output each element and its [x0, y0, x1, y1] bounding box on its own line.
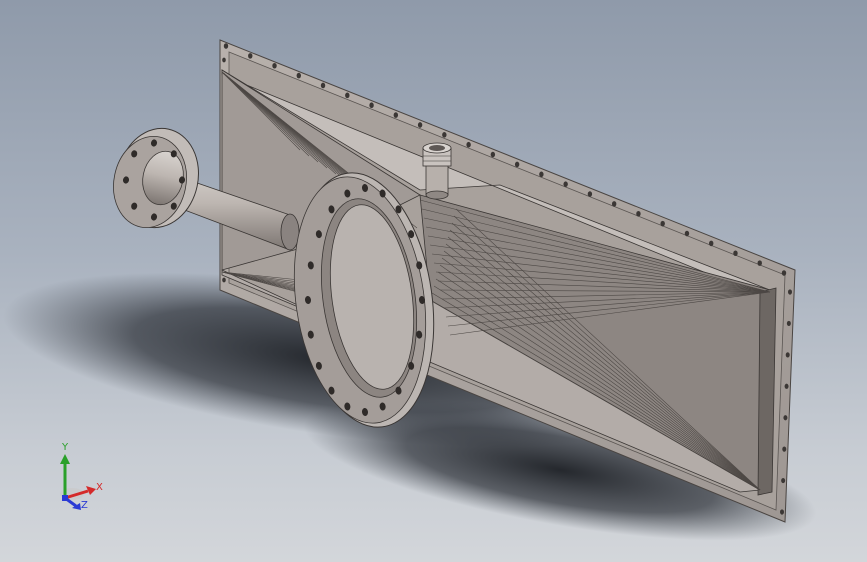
bolt-hole: [780, 509, 784, 515]
bolt-hole: [539, 171, 544, 178]
bolt-hole: [733, 250, 738, 257]
bolt-hole: [636, 210, 641, 217]
bolt-hole: [417, 122, 423, 128]
bolt-hole: [783, 415, 788, 421]
bolt-hole: [684, 230, 690, 237]
bolt-hole: [563, 181, 568, 187]
bolt-hole: [660, 220, 665, 227]
coordinate-triad: Y X Z: [50, 440, 120, 520]
bolt-hole: [466, 141, 471, 148]
bolt-hole: [514, 161, 520, 168]
bolt-hole: [345, 92, 350, 99]
bolt-hole: [587, 191, 593, 197]
bolt-hole: [223, 43, 229, 49]
top-nozzle[interactable]: [422, 142, 452, 200]
bolt-hole: [784, 383, 789, 389]
bolt-hole: [272, 62, 277, 69]
bolt-hole: [222, 277, 226, 283]
bolt-hole: [781, 270, 787, 276]
bolt-hole: [709, 240, 714, 247]
bolt-hole: [781, 477, 786, 484]
bolt-hole: [490, 151, 496, 158]
z-axis-label: Z: [81, 500, 88, 511]
bolt-hole: [393, 112, 399, 118]
bolt-hole: [296, 72, 301, 79]
bolt-hole: [369, 102, 374, 109]
bolt-hole: [442, 132, 447, 138]
x-axis-label: X: [96, 482, 103, 493]
y-axis-label: Y: [62, 442, 69, 453]
bolt-hole: [757, 260, 762, 266]
bolt-hole: [785, 352, 790, 358]
bolt-hole: [611, 201, 617, 207]
bolt-hole: [248, 53, 253, 59]
cad-viewport[interactable]: Y X Z: [0, 0, 867, 562]
bolt-hole: [222, 57, 226, 63]
cad-model-render[interactable]: [0, 0, 867, 562]
bolt-hole: [788, 289, 792, 295]
bolt-hole: [782, 446, 787, 452]
side-pipe-flange[interactable]: [105, 121, 207, 235]
bolt-hole: [786, 320, 791, 327]
bolt-hole: [320, 82, 326, 89]
